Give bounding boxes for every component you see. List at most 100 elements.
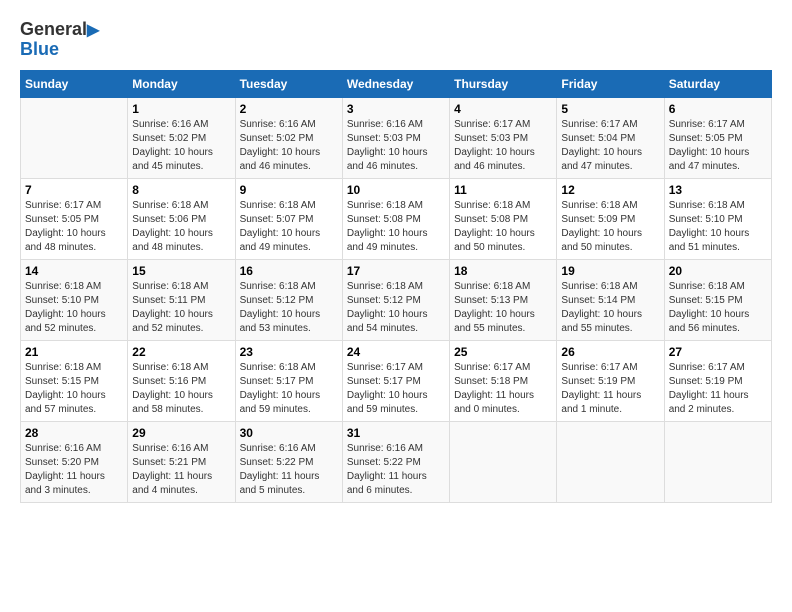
day-number: 15 [132,264,230,278]
calendar-cell: 5 Sunrise: 6:17 AMSunset: 5:04 PMDaylight… [557,97,664,178]
day-number: 17 [347,264,445,278]
calendar-cell: 25 Sunrise: 6:17 AMSunset: 5:18 PMDayligh… [450,340,557,421]
weekday-header-wednesday: Wednesday [342,70,449,97]
calendar-cell: 27 Sunrise: 6:17 AMSunset: 5:19 PMDayligh… [664,340,771,421]
weekday-header-saturday: Saturday [664,70,771,97]
day-info: Sunrise: 6:18 AMSunset: 5:16 PMDaylight:… [132,361,230,417]
day-number: 31 [347,426,445,440]
calendar-cell: 29 Sunrise: 6:16 AMSunset: 5:21 PMDayligh… [128,421,235,502]
day-number: 24 [347,345,445,359]
calendar-cell [21,97,128,178]
day-info: Sunrise: 6:16 AMSunset: 5:20 PMDaylight:… [25,442,123,498]
calendar-body: 1 Sunrise: 6:16 AMSunset: 5:02 PMDaylight… [21,97,772,502]
day-number: 3 [347,102,445,116]
calendar-cell: 3 Sunrise: 6:16 AMSunset: 5:03 PMDaylight… [342,97,449,178]
day-number: 7 [25,183,123,197]
calendar-cell: 26 Sunrise: 6:17 AMSunset: 5:19 PMDayligh… [557,340,664,421]
calendar-cell [557,421,664,502]
calendar-week-5: 28 Sunrise: 6:16 AMSunset: 5:20 PMDayligh… [21,421,772,502]
day-number: 20 [669,264,767,278]
calendar-header: SundayMondayTuesdayWednesdayThursdayFrid… [21,70,772,97]
day-number: 29 [132,426,230,440]
calendar-cell: 15 Sunrise: 6:18 AMSunset: 5:11 PMDayligh… [128,259,235,340]
calendar-table: SundayMondayTuesdayWednesdayThursdayFrid… [20,70,772,503]
day-number: 21 [25,345,123,359]
day-info: Sunrise: 6:18 AMSunset: 5:06 PMDaylight:… [132,199,230,255]
day-number: 23 [240,345,338,359]
weekday-header-thursday: Thursday [450,70,557,97]
calendar-cell: 30 Sunrise: 6:16 AMSunset: 5:22 PMDayligh… [235,421,342,502]
day-info: Sunrise: 6:18 AMSunset: 5:10 PMDaylight:… [669,199,767,255]
day-info: Sunrise: 6:18 AMSunset: 5:12 PMDaylight:… [347,280,445,336]
day-info: Sunrise: 6:17 AMSunset: 5:18 PMDaylight:… [454,361,552,417]
day-info: Sunrise: 6:18 AMSunset: 5:08 PMDaylight:… [454,199,552,255]
day-number: 1 [132,102,230,116]
calendar-cell [450,421,557,502]
calendar-cell: 19Sunrise: 6:18 AMSunset: 5:14 PMDayligh… [557,259,664,340]
day-number: 10 [347,183,445,197]
weekday-header-monday: Monday [128,70,235,97]
day-info: Sunrise: 6:17 AMSunset: 5:04 PMDaylight:… [561,118,659,174]
day-info: Sunrise: 6:17 AMSunset: 5:05 PMDaylight:… [669,118,767,174]
calendar-cell: 4Sunrise: 6:17 AMSunset: 5:03 PMDaylight… [450,97,557,178]
calendar-cell: 18 Sunrise: 6:18 AMSunset: 5:13 PMDayligh… [450,259,557,340]
day-number: 30 [240,426,338,440]
day-info: Sunrise: 6:16 AMSunset: 5:21 PMDaylight:… [132,442,230,498]
day-number: 26 [561,345,659,359]
calendar-week-2: 7 Sunrise: 6:17 AMSunset: 5:05 PMDaylight… [21,178,772,259]
calendar-cell: 31Sunrise: 6:16 AMSunset: 5:22 PMDayligh… [342,421,449,502]
logo: General▶ Blue [20,20,99,60]
day-info: Sunrise: 6:18 AMSunset: 5:17 PMDaylight:… [240,361,338,417]
day-number: 5 [561,102,659,116]
day-info: Sunrise: 6:18 AMSunset: 5:11 PMDaylight:… [132,280,230,336]
calendar-cell: 7 Sunrise: 6:17 AMSunset: 5:05 PMDaylight… [21,178,128,259]
calendar-cell: 2Sunrise: 6:16 AMSunset: 5:02 PMDaylight… [235,97,342,178]
day-info: Sunrise: 6:18 AMSunset: 5:15 PMDaylight:… [25,361,123,417]
day-number: 16 [240,264,338,278]
day-number: 27 [669,345,767,359]
day-info: Sunrise: 6:17 AMSunset: 5:05 PMDaylight:… [25,199,123,255]
day-info: Sunrise: 6:16 AMSunset: 5:02 PMDaylight:… [132,118,230,174]
calendar-cell: 16 Sunrise: 6:18 AMSunset: 5:12 PMDayligh… [235,259,342,340]
calendar-cell: 13Sunrise: 6:18 AMSunset: 5:10 PMDayligh… [664,178,771,259]
day-info: Sunrise: 6:17 AMSunset: 5:17 PMDaylight:… [347,361,445,417]
day-info: Sunrise: 6:18 AMSunset: 5:13 PMDaylight:… [454,280,552,336]
calendar-cell: 24 Sunrise: 6:17 AMSunset: 5:17 PMDayligh… [342,340,449,421]
page-header: General▶ Blue [20,20,772,60]
day-number: 8 [132,183,230,197]
calendar-week-3: 14 Sunrise: 6:18 AMSunset: 5:10 PMDayligh… [21,259,772,340]
day-number: 25 [454,345,552,359]
calendar-cell: 10Sunrise: 6:18 AMSunset: 5:08 PMDayligh… [342,178,449,259]
weekday-header-row: SundayMondayTuesdayWednesdayThursdayFrid… [21,70,772,97]
day-number: 19 [561,264,659,278]
day-info: Sunrise: 6:16 AMSunset: 5:03 PMDaylight:… [347,118,445,174]
weekday-header-tuesday: Tuesday [235,70,342,97]
day-info: Sunrise: 6:17 AMSunset: 5:19 PMDaylight:… [669,361,767,417]
day-info: Sunrise: 6:16 AMSunset: 5:22 PMDaylight:… [240,442,338,498]
calendar-cell: 6 Sunrise: 6:17 AMSunset: 5:05 PMDaylight… [664,97,771,178]
day-number: 14 [25,264,123,278]
day-info: Sunrise: 6:18 AMSunset: 5:10 PMDaylight:… [25,280,123,336]
day-info: Sunrise: 6:18 AMSunset: 5:12 PMDaylight:… [240,280,338,336]
calendar-cell: 28 Sunrise: 6:16 AMSunset: 5:20 PMDayligh… [21,421,128,502]
calendar-cell: 1 Sunrise: 6:16 AMSunset: 5:02 PMDaylight… [128,97,235,178]
day-number: 28 [25,426,123,440]
calendar-cell: 23 Sunrise: 6:18 AMSunset: 5:17 PMDayligh… [235,340,342,421]
day-info: Sunrise: 6:17 AMSunset: 5:19 PMDaylight:… [561,361,659,417]
calendar-cell: 21 Sunrise: 6:18 AMSunset: 5:15 PMDayligh… [21,340,128,421]
calendar-cell: 17 Sunrise: 6:18 AMSunset: 5:12 PMDayligh… [342,259,449,340]
day-number: 4 [454,102,552,116]
day-number: 2 [240,102,338,116]
day-number: 9 [240,183,338,197]
day-number: 12 [561,183,659,197]
day-number: 11 [454,183,552,197]
day-number: 6 [669,102,767,116]
calendar-cell: 12 Sunrise: 6:18 AMSunset: 5:09 PMDayligh… [557,178,664,259]
calendar-week-4: 21 Sunrise: 6:18 AMSunset: 5:15 PMDayligh… [21,340,772,421]
calendar-cell [664,421,771,502]
calendar-week-1: 1 Sunrise: 6:16 AMSunset: 5:02 PMDaylight… [21,97,772,178]
calendar-cell: 8 Sunrise: 6:18 AMSunset: 5:06 PMDaylight… [128,178,235,259]
day-info: Sunrise: 6:18 AMSunset: 5:15 PMDaylight:… [669,280,767,336]
day-number: 18 [454,264,552,278]
day-info: Sunrise: 6:18 AMSunset: 5:09 PMDaylight:… [561,199,659,255]
